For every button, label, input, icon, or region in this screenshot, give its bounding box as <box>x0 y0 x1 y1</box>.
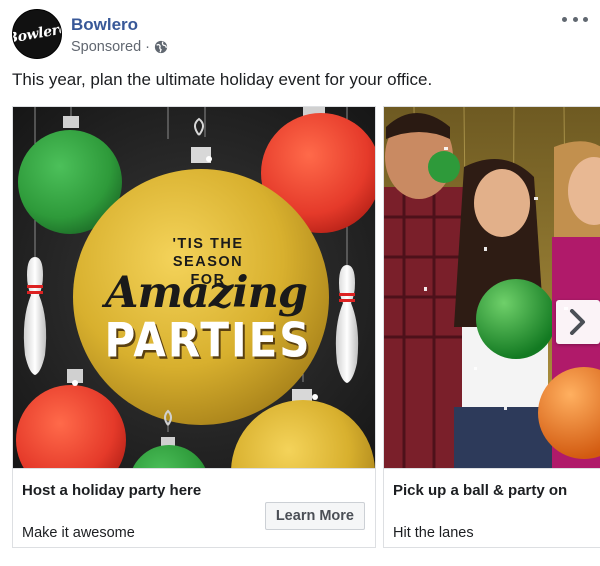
card-2-description: Hit the lanes <box>393 525 474 541</box>
image-text-amazing: Amazing <box>105 268 308 318</box>
dot-icon <box>583 16 588 22</box>
avatar-logo-text: Bowlero <box>12 20 62 48</box>
card-2-title[interactable]: Pick up a ball & party on <box>393 482 567 499</box>
more-options-icon[interactable] <box>562 11 588 27</box>
card-2-footer[interactable]: Pick up a ball & party on Hit the lanes <box>384 468 600 547</box>
card-1-title[interactable]: Host a holiday party here <box>22 482 201 499</box>
dot-icon <box>572 16 578 22</box>
avatar[interactable]: Bowlero <box>12 9 62 59</box>
holiday-ornaments-image[interactable]: 'TIS THE SEASON FOR Amazing PARTIES <box>13 107 375 469</box>
post-message: This year, plan the ultimate holiday eve… <box>12 70 433 89</box>
party-people-image[interactable] <box>384 107 600 469</box>
learn-more-button[interactable]: Learn More <box>264 502 365 530</box>
image-text-parties: PARTIES <box>104 313 312 368</box>
card-1-description: Make it awesome <box>22 525 135 541</box>
image-text-line-1a: 'TIS THE <box>172 236 244 252</box>
chevron-right-icon <box>570 309 585 335</box>
card-1-footer[interactable]: Host a holiday party here Make it awesom… <box>13 468 375 547</box>
carousel-card-1[interactable]: 'TIS THE SEASON FOR Amazing PARTIES Host… <box>12 106 376 548</box>
dot-icon <box>562 16 567 22</box>
facebook-ad-post: Bowlero Bowlero Sponsored · This year, p… <box>0 0 600 566</box>
post-header: Bowlero Bowlero Sponsored · <box>12 9 588 61</box>
carousel-next-button[interactable] <box>556 300 600 344</box>
sponsored-label[interactable]: Sponsored <box>71 39 141 55</box>
ad-carousel: 'TIS THE SEASON FOR Amazing PARTIES Host… <box>12 106 600 548</box>
party-photo-illustration <box>384 107 600 469</box>
page-name-link[interactable]: Bowlero <box>71 15 138 35</box>
globe-icon[interactable] <box>154 40 168 54</box>
meta-separator: · <box>145 39 150 55</box>
post-meta: Sponsored · <box>71 39 168 55</box>
